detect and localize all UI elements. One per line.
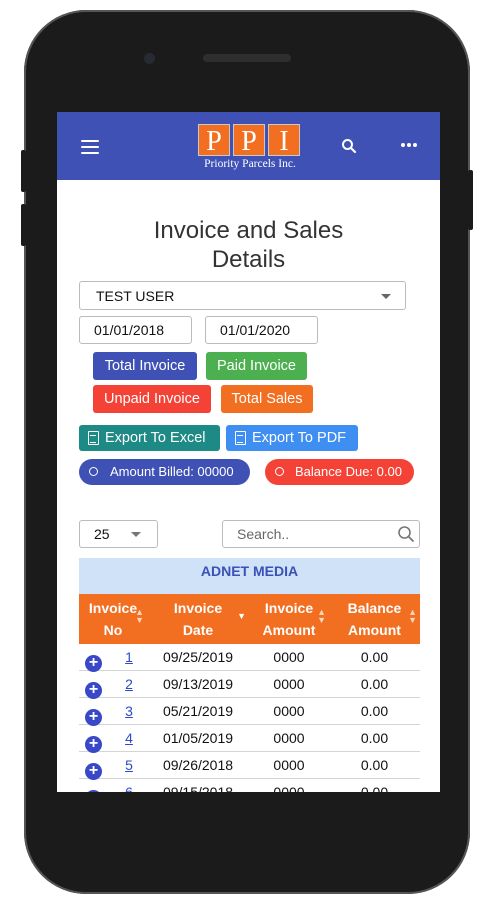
amount-billed-text: Amount Billed: 00000 (110, 464, 234, 479)
export-excel-button[interactable]: Export To Excel (79, 425, 220, 451)
export-pdf-label: Export To PDF (252, 430, 347, 446)
invoice-date-cell: 09/15/2018 (162, 784, 234, 792)
invoice-amount-cell: 0000 (273, 757, 305, 773)
invoice-amount-cell: 0000 (273, 649, 305, 665)
page-title-line1: Invoice and Sales (153, 217, 344, 244)
table-row: + 3 05/21/2019 0000 0.00 (79, 698, 420, 726)
export-pdf-button[interactable]: Export To PDF (226, 425, 358, 451)
start-date-field[interactable]: 01/01/2018 (79, 316, 192, 344)
export-excel-label: Export To Excel (105, 430, 206, 446)
column-header-invoice-amount[interactable]: Invoice Amount ▲ ▼ (249, 594, 329, 644)
invoice-amount-cell: 0000 (273, 676, 305, 692)
balance-amount-cell: 0.00 (360, 649, 389, 665)
table-header: Invoice No ▲ ▼ Invoice Date ▼ Invoice Amo… (79, 594, 420, 644)
plus-icon[interactable]: + (85, 790, 102, 792)
invoice-link[interactable]: 4 (119, 730, 139, 746)
sort-icon: ▲ ▼ (135, 607, 144, 625)
search-icon[interactable] (397, 525, 415, 543)
more-icon[interactable] (401, 143, 417, 147)
unpaid-invoice-button[interactable]: Unpaid Invoice (93, 385, 211, 413)
sort-icon: ▲ ▼ (317, 607, 326, 625)
column-header-line2: Date (182, 622, 214, 638)
table-row: + 6 09/15/2018 0000 0.00 (79, 779, 420, 792)
search-placeholder: Search.. (237, 526, 290, 542)
invoice-link[interactable]: 6 (119, 784, 139, 792)
paid-invoice-button[interactable]: Paid Invoice (206, 352, 307, 380)
plus-icon[interactable]: + (85, 763, 102, 780)
invoice-date-cell: 05/21/2019 (162, 703, 234, 719)
balance-due-text: Balance Due: 0.00 (295, 464, 402, 479)
table-group-header: ADNET MEDIA (79, 558, 420, 594)
column-header-invoice-date[interactable]: Invoice Date ▼ (147, 594, 249, 644)
invoice-link[interactable]: 3 (119, 703, 139, 719)
front-camera (144, 53, 155, 64)
sort-icon: ▲ ▼ (408, 607, 417, 625)
invoice-link[interactable]: 5 (119, 757, 139, 773)
page-title-line2: Details (211, 246, 286, 273)
volume-down-button (21, 204, 26, 246)
page-size-value: 25 (94, 526, 110, 542)
balance-due-badge: Balance Due: 0.00 (265, 459, 414, 485)
earpiece-speaker (203, 54, 291, 62)
chevron-down-icon (381, 294, 391, 299)
volume-up-button (21, 150, 26, 192)
total-sales-button[interactable]: Total Sales (221, 385, 313, 413)
logo-letter: I (268, 124, 300, 157)
invoice-date-cell: 09/25/2019 (162, 649, 234, 665)
balance-amount-cell: 0.00 (360, 676, 389, 692)
invoice-link[interactable]: 2 (119, 676, 139, 692)
end-date-field[interactable]: 01/01/2020 (205, 316, 318, 344)
page-title: Invoice and Sales Details (57, 216, 440, 274)
invoice-amount-cell: 0000 (273, 784, 305, 792)
table-search-input[interactable]: Search.. (222, 520, 420, 548)
invoice-date-cell: 01/05/2019 (162, 730, 234, 746)
sort-desc-icon: ▼ (237, 611, 246, 621)
phone-screen: P P I Priority Parcels Inc. Invoice and … (57, 112, 440, 792)
column-header-balance-amount[interactable]: Balance Amount ▲ ▼ (329, 594, 420, 644)
plus-icon[interactable]: + (85, 682, 102, 699)
balance-amount-cell: 0.00 (360, 730, 389, 746)
table-row: + 1 09/25/2019 0000 0.00 (79, 644, 420, 672)
logo-letter: P (233, 124, 265, 157)
logo-subtitle: Priority Parcels Inc. (204, 158, 296, 170)
power-button (468, 170, 473, 230)
invoice-amount-cell: 0000 (273, 730, 305, 746)
invoice-link[interactable]: 1 (119, 649, 139, 665)
circle-icon (89, 467, 98, 476)
table-row: + 2 09/13/2019 0000 0.00 (79, 671, 420, 699)
company-logo: P P I Priority Parcels Inc. (198, 124, 306, 174)
user-select[interactable]: TEST USER (79, 281, 406, 310)
column-header-line2: Amount (348, 622, 401, 638)
total-invoice-button[interactable]: Total Invoice (93, 352, 197, 380)
logo-letter: P (198, 124, 230, 157)
chevron-down-icon (131, 532, 141, 537)
menu-icon[interactable] (81, 140, 99, 154)
column-header-line1: Invoice (173, 600, 223, 616)
app-bar: P P I Priority Parcels Inc. (57, 112, 440, 180)
search-icon[interactable] (341, 138, 357, 154)
balance-amount-cell: 0.00 (360, 784, 389, 792)
user-select-value: TEST USER (96, 288, 175, 304)
plus-icon[interactable]: + (85, 709, 102, 726)
amount-billed-badge: Amount Billed: 00000 (79, 459, 250, 485)
invoice-date-cell: 09/26/2018 (162, 757, 234, 773)
column-header-invoice-no[interactable]: Invoice No ▲ ▼ (79, 594, 147, 644)
pdf-file-icon (235, 431, 246, 445)
plus-icon[interactable]: + (85, 736, 102, 753)
balance-amount-cell: 0.00 (360, 703, 389, 719)
invoice-date-cell: 09/13/2019 (162, 676, 234, 692)
balance-amount-cell: 0.00 (360, 757, 389, 773)
circle-icon (275, 467, 284, 476)
column-header-line1: Balance (347, 600, 402, 616)
table-row: + 4 01/05/2019 0000 0.00 (79, 725, 420, 753)
page-size-select[interactable]: 25 (79, 520, 158, 548)
invoice-amount-cell: 0000 (273, 703, 305, 719)
plus-icon[interactable]: + (85, 655, 102, 672)
excel-file-icon (88, 431, 99, 445)
table-row: + 5 09/26/2018 0000 0.00 (79, 752, 420, 780)
